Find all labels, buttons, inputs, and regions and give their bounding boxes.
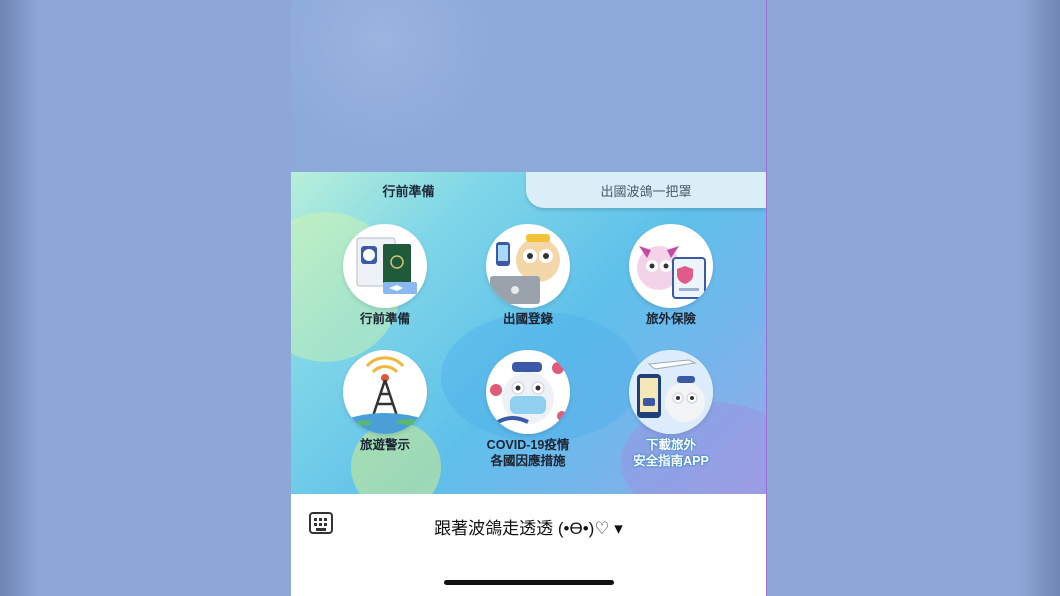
label-line-1: 下載旅外	[645, 438, 696, 452]
menu-item-label: 行前準備	[359, 312, 410, 326]
menu-item-label: 旅外保險	[645, 312, 696, 326]
label-line-2: 安全指南APP	[633, 454, 709, 468]
menu-item-label: 出國登錄	[502, 312, 553, 326]
menu-item-overseas-registration[interactable]: 出國登錄	[486, 224, 570, 327]
label-line-2: 各國因應措施	[490, 454, 566, 468]
menu-item-overseas-insurance[interactable]: 旅外保險	[629, 224, 713, 327]
passport-icon	[343, 224, 427, 308]
tab-travel-prep[interactable]: 行前準備	[291, 172, 526, 208]
insurance-owl-icon	[629, 224, 713, 308]
menu-item-label: 旅遊警示	[359, 438, 410, 452]
tab-overseas-help[interactable]: 出國波鴿一把罩	[526, 172, 766, 208]
laptop-owl-icon	[486, 224, 570, 308]
chat-bottom-bar: 跟著波鴿走透透 (•ϴ•)♡ ▾	[291, 494, 766, 596]
mask-owl-icon	[486, 350, 570, 434]
menu-item-covid-measures[interactable]: COVID-19疫情 各國因應措施	[482, 350, 574, 469]
phone-screen: 行前準備 出國波鴿一把罩 行前準備 出國登錄 旅外保險 旅遊警示 COVID-1…	[291, 0, 767, 596]
chat-area	[291, 0, 766, 172]
menu-item-travel-alert[interactable]: 旅遊警示	[343, 350, 427, 453]
menu-item-travel-prep[interactable]: 行前準備	[343, 224, 427, 327]
menu-item-label: 下載旅外 安全指南APP	[633, 437, 709, 469]
label-line-1: COVID-19疫情	[486, 438, 570, 452]
rich-menu: 行前準備 出國波鴿一把罩 行前準備 出國登錄 旅外保險 旅遊警示 COVID-1…	[291, 172, 766, 494]
menu-item-label: COVID-19疫情 各國因應措施	[487, 437, 570, 469]
rich-menu-toggle[interactable]: 跟著波鴿走透透 (•ϴ•)♡ ▾	[291, 514, 766, 539]
signal-tower-icon	[343, 350, 427, 434]
menu-item-download-app[interactable]: 下載旅外 安全指南APP	[621, 350, 721, 469]
home-indicator[interactable]	[444, 580, 614, 585]
app-download-icon	[629, 350, 713, 434]
